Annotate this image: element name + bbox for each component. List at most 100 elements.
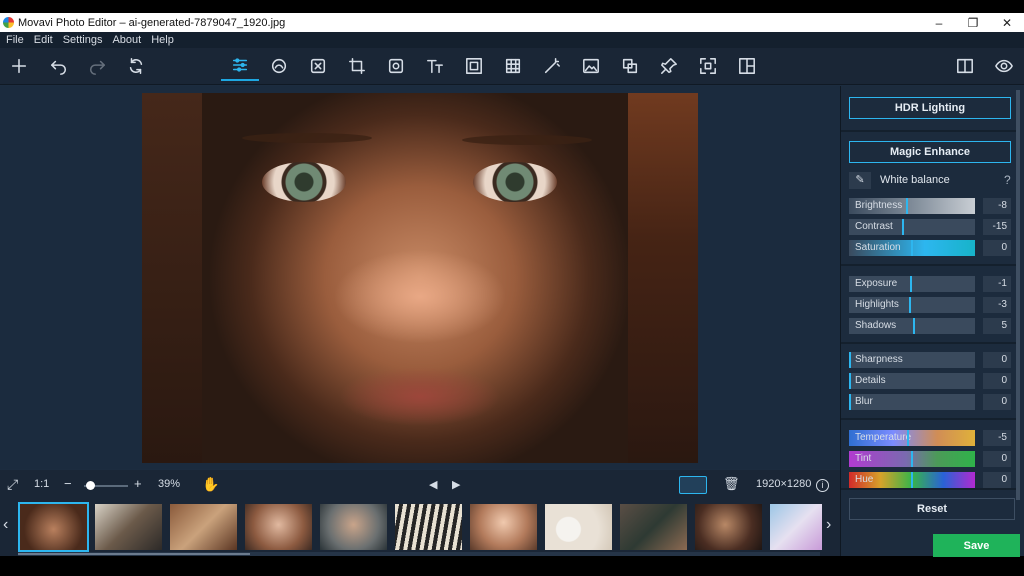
details-slider[interactable]: Details 0 (849, 373, 1017, 389)
ai-icon[interactable] (306, 54, 330, 78)
thumbnail-6[interactable] (395, 504, 462, 550)
thumbnail-7[interactable] (470, 504, 537, 550)
object-remove-icon[interactable] (384, 54, 408, 78)
filmstrip-right-arrow[interactable]: › (826, 516, 831, 534)
sharpness-value-field[interactable]: 0 (983, 352, 1011, 368)
exposure-slider-track[interactable]: Exposure (849, 276, 975, 292)
highlights-value-field[interactable]: -3 (983, 297, 1011, 313)
magic-enhance-button[interactable]: Magic Enhance (849, 141, 1011, 163)
sharpness-slider-handle[interactable] (849, 352, 851, 368)
reset-button[interactable]: Reset (849, 498, 1015, 520)
filmstrip-scrollbar-thumb[interactable] (18, 553, 250, 555)
saturation-slider-handle[interactable] (911, 240, 913, 256)
highlights-slider[interactable]: Highlights -3 (849, 297, 1017, 313)
thumbnail-8[interactable] (545, 504, 612, 550)
hue-slider-track[interactable]: Hue (849, 472, 975, 488)
next-image-button[interactable]: ▶ (452, 478, 460, 491)
hue-slider-handle[interactable] (911, 472, 913, 488)
previous-image-button[interactable]: ◀ (429, 478, 437, 491)
hue-value-field[interactable]: 0 (983, 472, 1011, 488)
one-to-one-button[interactable]: 1:1 (34, 478, 49, 490)
contrast-slider-handle[interactable] (902, 219, 904, 235)
tint-slider-handle[interactable] (911, 451, 913, 467)
blur-slider[interactable]: Blur 0 (849, 394, 1017, 410)
preview-icon[interactable] (992, 54, 1016, 78)
details-slider-handle[interactable] (849, 373, 851, 389)
brightness-slider-track[interactable]: Brightness (849, 198, 975, 214)
temperature-slider-track[interactable]: Temperature (849, 430, 975, 446)
zoom-in-icon[interactable]: + (134, 476, 142, 491)
undo-icon[interactable] (47, 54, 71, 78)
menu-help[interactable]: Help (151, 34, 174, 46)
compare-icon[interactable] (953, 54, 977, 78)
hue-slider[interactable]: Hue 0 (849, 472, 1017, 488)
zoom-slider-handle[interactable] (86, 481, 95, 490)
hand-tool-icon[interactable]: ✋ (202, 476, 219, 493)
thumbnail-10[interactable] (695, 504, 762, 550)
image-view-icon[interactable] (679, 476, 707, 494)
add-icon[interactable] (7, 54, 31, 78)
menu-about[interactable]: About (112, 34, 141, 46)
thumbnail-9[interactable] (620, 504, 687, 550)
details-value-field[interactable]: 0 (983, 373, 1011, 389)
highlights-slider-track[interactable]: Highlights (849, 297, 975, 313)
menu-file[interactable]: File (6, 34, 24, 46)
saturation-slider-track[interactable]: Saturation (849, 240, 975, 256)
help-icon[interactable]: ? (1004, 173, 1011, 187)
retouch-icon[interactable] (267, 54, 291, 78)
highlights-slider-handle[interactable] (909, 297, 911, 313)
shadows-value-field[interactable]: 5 (983, 318, 1011, 334)
tint-slider-track[interactable]: Tint (849, 451, 975, 467)
text-icon[interactable] (423, 54, 447, 78)
replace-icon[interactable] (618, 54, 642, 78)
maximize-button[interactable]: ❐ (956, 16, 990, 30)
shadows-slider-handle[interactable] (913, 318, 915, 334)
thumbnail-5[interactable] (320, 504, 387, 550)
magic-wand-icon[interactable] (540, 54, 564, 78)
exposure-slider[interactable]: Exposure -1 (849, 276, 1017, 292)
edited-photo[interactable] (142, 93, 698, 463)
resize-icon[interactable] (696, 54, 720, 78)
image-icon[interactable] (579, 54, 603, 78)
contrast-slider-track[interactable]: Contrast (849, 219, 975, 235)
thumbnail-2[interactable] (95, 504, 162, 550)
thumbnail-4[interactable] (245, 504, 312, 550)
thumbnail-3[interactable] (170, 504, 237, 550)
frame-icon[interactable] (462, 54, 486, 78)
tint-slider[interactable]: Tint 0 (849, 451, 1017, 467)
shadows-slider[interactable]: Shadows 5 (849, 318, 1017, 334)
filmstrip-left-arrow[interactable]: ‹ (3, 516, 8, 534)
sharpness-slider[interactable]: Sharpness 0 (849, 352, 1017, 368)
temperature-slider-handle[interactable] (907, 430, 909, 446)
menu-edit[interactable]: Edit (34, 34, 53, 46)
brightness-value-field[interactable]: -8 (983, 198, 1011, 214)
eyedropper-icon[interactable]: ✎ (849, 172, 871, 189)
info-icon[interactable]: i (816, 479, 829, 492)
brightness-slider-handle[interactable] (906, 198, 908, 214)
thumbnail-11[interactable] (770, 504, 822, 550)
pin-icon[interactable] (657, 54, 681, 78)
exposure-slider-handle[interactable] (910, 276, 912, 292)
thumbnail-1[interactable] (18, 502, 89, 552)
close-button[interactable]: ✕ (990, 16, 1024, 30)
delete-icon[interactable]: 🗑 (723, 476, 740, 492)
collage-icon[interactable] (735, 54, 759, 78)
fit-screen-icon[interactable]: ⤢ (7, 476, 18, 493)
sharpness-slider-track[interactable]: Sharpness (849, 352, 975, 368)
contrast-slider[interactable]: Contrast -15 (849, 219, 1017, 235)
blur-value-field[interactable]: 0 (983, 394, 1011, 410)
temperature-value-field[interactable]: -5 (983, 430, 1011, 446)
menu-settings[interactable]: Settings (63, 34, 103, 46)
adjust-icon[interactable] (221, 51, 259, 81)
canvas-area[interactable] (0, 86, 840, 469)
saturation-slider[interactable]: Saturation 0 (849, 240, 1017, 256)
exposure-value-field[interactable]: -1 (983, 276, 1011, 292)
background-icon[interactable] (501, 54, 525, 78)
blur-slider-track[interactable]: Blur (849, 394, 975, 410)
hdr-lighting-button[interactable]: HDR Lighting (849, 97, 1011, 119)
panel-scrollbar[interactable] (1016, 90, 1020, 500)
saturation-value-field[interactable]: 0 (983, 240, 1011, 256)
tint-value-field[interactable]: 0 (983, 451, 1011, 467)
redo-icon[interactable] (85, 54, 109, 78)
save-button[interactable]: Save (933, 534, 1020, 557)
